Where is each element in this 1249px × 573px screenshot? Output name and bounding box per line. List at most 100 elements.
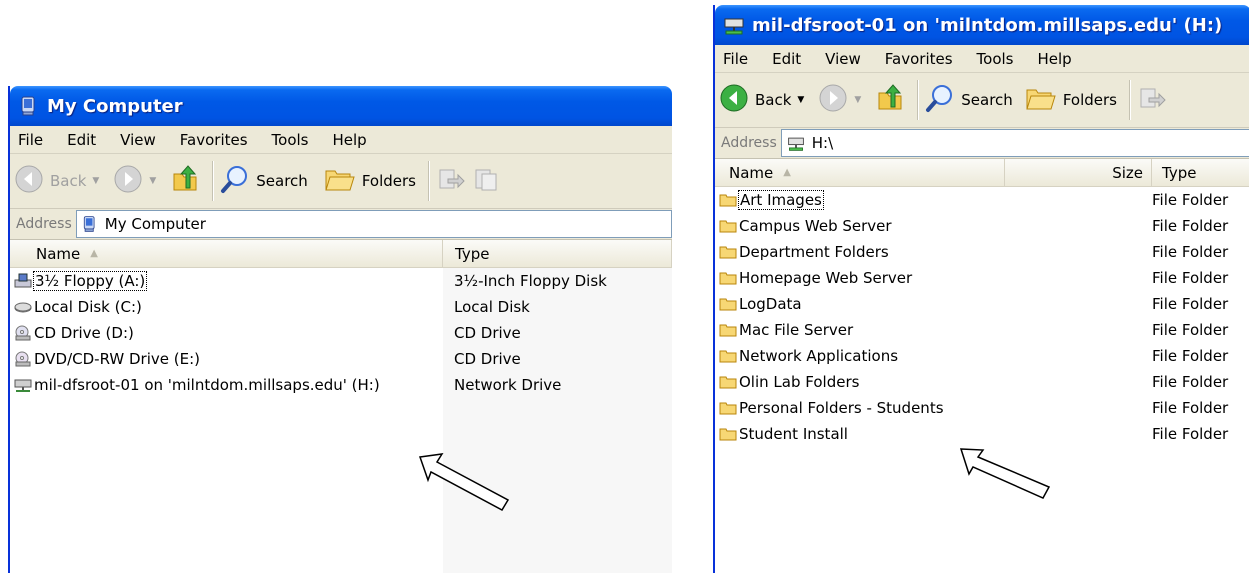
list-item[interactable]: CD Drive (D:) CD Drive (10, 320, 672, 346)
folders-button[interactable]: Folders (324, 164, 416, 198)
item-type: File Folder (1152, 399, 1229, 417)
list-item[interactable]: Art Images File Folder (715, 187, 1249, 213)
toolbar-separator (427, 161, 430, 201)
folder-icon (719, 244, 737, 260)
copy-to-button[interactable] (472, 164, 502, 198)
item-type: File Folder (1152, 373, 1229, 391)
menu-help[interactable]: Help (1026, 50, 1084, 68)
menu-edit[interactable]: Edit (760, 50, 813, 68)
folder-icon (719, 192, 737, 208)
list-item[interactable]: Personal Folders - Students File Folder (715, 395, 1249, 421)
list-item[interactable]: LogData File Folder (715, 291, 1249, 317)
search-icon (220, 164, 250, 198)
sort-ascending-icon: ▲ (783, 167, 791, 178)
up-folder-button[interactable] (170, 164, 200, 198)
item-name: Local Disk (C:) (34, 298, 142, 316)
forward-button[interactable]: ▼ (113, 164, 164, 198)
menu-favorites[interactable]: Favorites (168, 131, 260, 149)
chevron-down-icon[interactable]: ▼ (149, 176, 156, 186)
list-item[interactable]: Olin Lab Folders File Folder (715, 369, 1249, 395)
move-to-icon (436, 164, 466, 198)
address-label: Address (16, 216, 72, 232)
address-bar: Address H:\ (715, 128, 1249, 159)
chevron-down-icon[interactable]: ▼ (854, 95, 861, 105)
list-item[interactable]: Department Folders File Folder (715, 239, 1249, 265)
network-drive-icon (723, 14, 745, 36)
address-input[interactable]: H:\ (780, 129, 1249, 157)
item-type: File Folder (1152, 321, 1229, 339)
file-list: Name ▲ Type 3½ Floppy (A:) 3½-Inch Flopp… (10, 240, 672, 573)
up-folder-icon (875, 83, 905, 117)
forward-arrow-icon (818, 83, 848, 117)
item-type: 3½-Inch Floppy Disk (454, 272, 607, 290)
item-name: Mac File Server (739, 321, 854, 339)
forward-button[interactable]: ▼ (818, 83, 869, 117)
item-type: Local Disk (454, 298, 530, 316)
item-name: DVD/CD-RW Drive (E:) (34, 350, 200, 368)
chevron-down-icon[interactable]: ▼ (797, 95, 804, 105)
title-bar[interactable]: My Computer (10, 86, 672, 126)
list-item[interactable]: Network Applications File Folder (715, 343, 1249, 369)
move-to-button[interactable] (1137, 83, 1167, 117)
item-name: Department Folders (739, 243, 889, 261)
search-button[interactable]: Search (925, 83, 1013, 117)
copy-to-icon (472, 164, 502, 198)
toolbar-separator (1128, 80, 1131, 120)
search-button[interactable]: Search (220, 164, 308, 198)
folder-icon (719, 400, 737, 416)
column-header-size[interactable]: Size (1005, 159, 1152, 186)
computer-icon (81, 215, 99, 233)
folders-label: Folders (1062, 91, 1117, 109)
folders-button[interactable]: Folders (1025, 83, 1117, 117)
menu-edit[interactable]: Edit (55, 131, 108, 149)
list-item[interactable]: Campus Web Server File Folder (715, 213, 1249, 239)
item-type: File Folder (1152, 295, 1229, 313)
column-header-name[interactable]: Name ▲ (715, 159, 1005, 186)
menu-file[interactable]: File (10, 131, 55, 149)
back-button[interactable]: Back ▼ (14, 164, 107, 198)
cd-drive-icon (14, 325, 32, 341)
item-name: Olin Lab Folders (739, 373, 860, 391)
column-headers: Name ▲ Type (10, 240, 672, 268)
chevron-down-icon[interactable]: ▼ (92, 176, 99, 186)
hard-disk-icon (14, 299, 32, 315)
menu-view[interactable]: View (813, 50, 873, 68)
forward-arrow-icon (113, 164, 143, 198)
toolbar-separator (212, 161, 215, 201)
item-type: File Folder (1152, 425, 1229, 443)
list-item[interactable]: mil-dfsroot-01 on 'milntdom.millsaps.edu… (10, 372, 672, 398)
up-folder-icon (170, 164, 200, 198)
list-item[interactable]: DVD/CD-RW Drive (E:) CD Drive (10, 346, 672, 372)
folder-icon (719, 426, 737, 442)
list-item[interactable]: 3½ Floppy (A:) 3½-Inch Floppy Disk (10, 268, 672, 294)
annotation-arrow (959, 448, 1051, 499)
menu-view[interactable]: View (108, 131, 168, 149)
toolbar-separator (917, 80, 920, 120)
column-header-type[interactable]: Type (443, 240, 672, 267)
address-input[interactable]: My Computer (75, 210, 672, 238)
search-icon (925, 83, 955, 117)
list-item[interactable]: Local Disk (C:) Local Disk (10, 294, 672, 320)
back-button[interactable]: Back ▼ (719, 83, 812, 117)
menu-tools[interactable]: Tools (260, 131, 321, 149)
menu-help[interactable]: Help (321, 131, 379, 149)
list-item[interactable]: Homepage Web Server File Folder (715, 265, 1249, 291)
item-type: File Folder (1152, 269, 1229, 287)
move-to-icon (1137, 83, 1167, 117)
network-drive-icon (786, 134, 806, 152)
menu-favorites[interactable]: Favorites (873, 50, 965, 68)
item-name: Campus Web Server (739, 217, 892, 235)
column-header-type[interactable]: Type (1152, 159, 1249, 186)
column-header-name[interactable]: Name ▲ (10, 240, 443, 267)
list-item[interactable]: Mac File Server File Folder (715, 317, 1249, 343)
folders-icon (1025, 83, 1057, 117)
item-name: 3½ Floppy (A:) (32, 271, 148, 291)
back-arrow-icon (14, 164, 44, 198)
folder-icon (719, 374, 737, 390)
up-folder-button[interactable] (875, 83, 905, 117)
menu-file[interactable]: File (715, 50, 760, 68)
item-type: CD Drive (454, 350, 521, 368)
title-bar[interactable]: mil-dfsroot-01 on 'milntdom.millsaps.edu… (715, 5, 1249, 45)
menu-tools[interactable]: Tools (965, 50, 1026, 68)
move-to-button[interactable] (436, 164, 466, 198)
